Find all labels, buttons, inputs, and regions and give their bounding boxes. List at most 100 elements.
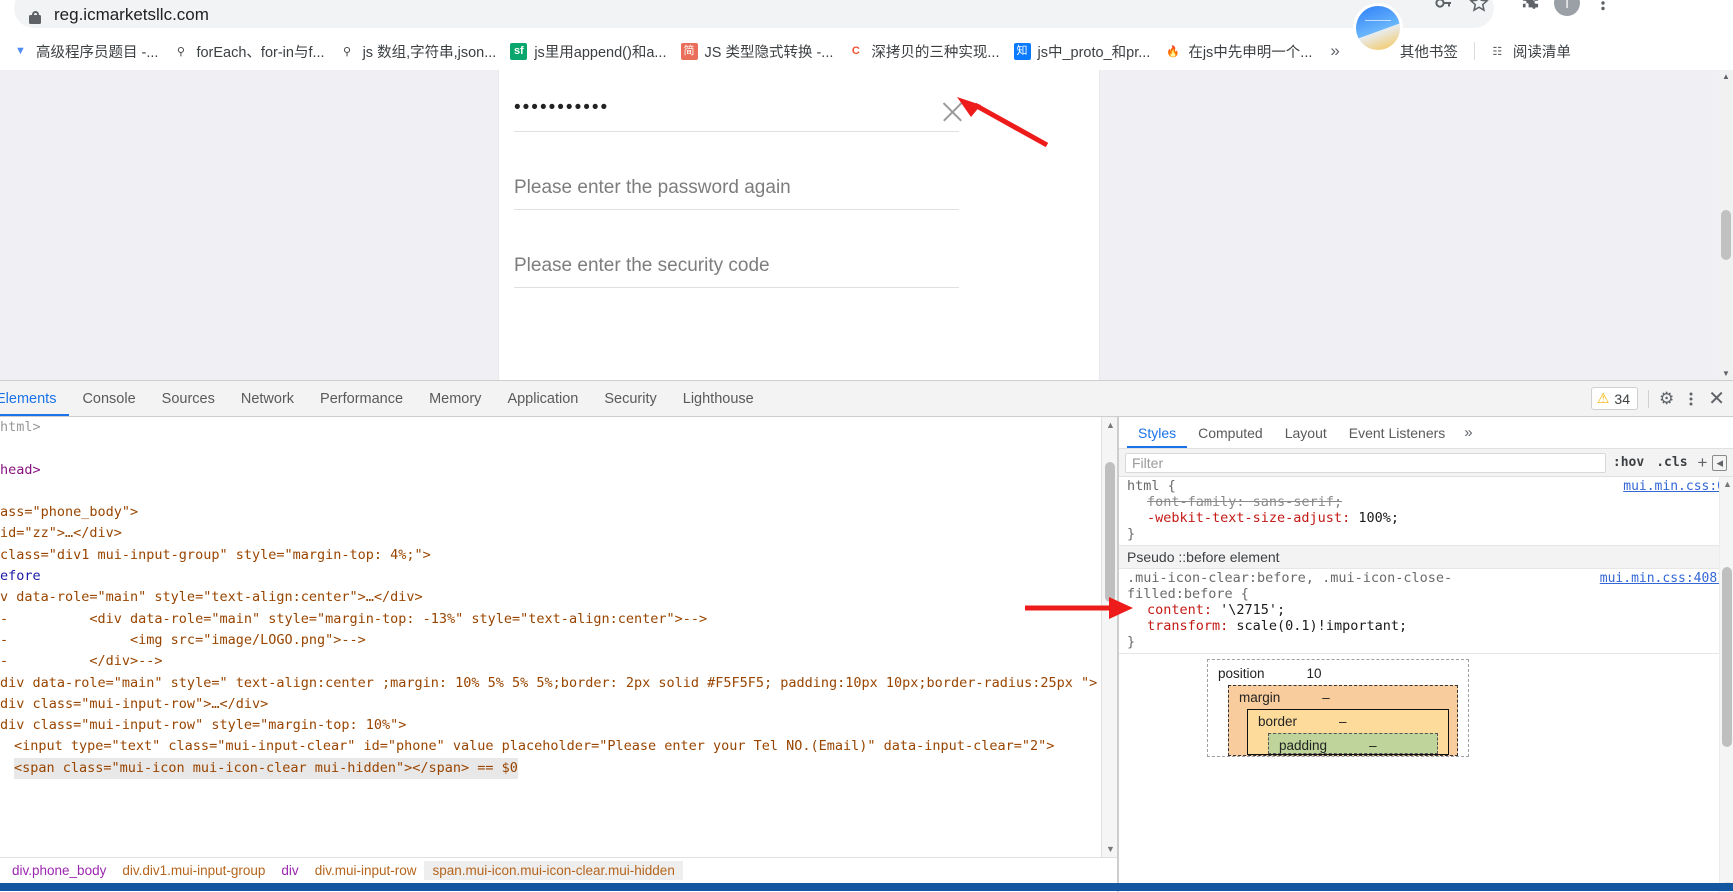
profile-avatar[interactable]: I — [1554, 0, 1580, 16]
scroll-up-arrow-icon[interactable]: ▲ — [1722, 72, 1730, 81]
dom-line[interactable]: efore — [0, 566, 1100, 587]
dom-line-text: div class="mui-input-row">…</div> — [0, 695, 269, 712]
breadcrumb-item[interactable]: div.mui-input-row — [307, 861, 425, 880]
bookmark-item[interactable]: C 深拷贝的三种实现... — [841, 38, 1005, 64]
tab-layout[interactable]: Layout — [1274, 417, 1338, 448]
style-rule[interactable]: mui.min.css:4081 .mui-icon-clear:before,… — [1119, 569, 1733, 654]
password-confirm-placeholder: Please enter the password again — [514, 177, 791, 198]
devtools-tab-list: Elements Console Sources Network Perform… — [0, 381, 767, 416]
tab-network[interactable]: Network — [228, 381, 307, 416]
password-field-row[interactable]: ••••••••••• — [514, 70, 959, 132]
box-model-margin[interactable]: margin – border – padding – — [1228, 685, 1458, 756]
bookmarks-overflow-button[interactable]: » — [1320, 41, 1349, 61]
dom-line-selected[interactable]: <span class="mui-icon mui-icon-clear mui… — [0, 757, 1100, 780]
style-declaration[interactable]: -webkit-text-size-adjust: 100%; — [1127, 510, 1733, 526]
style-selector[interactable]: .mui-icon-clear:before, .mui-icon-close-… — [1127, 570, 1507, 602]
scroll-up-arrow-icon[interactable]: ▲ — [1106, 420, 1115, 430]
tab-memory[interactable]: Memory — [416, 381, 494, 416]
bookmark-item[interactable]: 🔥 在js中先申明一个... — [1158, 38, 1318, 64]
dom-line[interactable]: div class="mui-input-row">…</div> — [0, 694, 1100, 715]
style-declaration[interactable]: transform: scale(0.1)!important; — [1127, 618, 1733, 634]
tab-lighthouse[interactable]: Lighthouse — [670, 381, 767, 416]
dom-line[interactable]: v data-role="main" style="text-align:cen… — [0, 587, 1100, 608]
style-rule[interactable]: mui.min.css:6 html { font-family: sans-s… — [1119, 477, 1733, 546]
pin-favicon: ⚲ — [343, 45, 352, 58]
style-declaration[interactable]: content: '\2715'; — [1127, 602, 1733, 618]
tab-security[interactable]: Security — [591, 381, 669, 416]
breadcrumb-item[interactable]: div.div1.mui-input-group — [114, 861, 273, 880]
bookmark-item[interactable]: ▼ 高级程序员题目 -... — [6, 38, 164, 64]
address-bar[interactable]: reg.icmarketsllc.com — [14, 0, 1494, 28]
dom-line-text: - <img src="image/LOGO.png">--> — [0, 631, 366, 648]
chrome-menu-icon[interactable] — [1590, 0, 1616, 16]
dom-line[interactable]: - </div>--> — [0, 651, 1100, 672]
tab-console[interactable]: Console — [69, 381, 148, 416]
warning-badge[interactable]: ⚠ 34 — [1590, 387, 1638, 410]
style-declaration[interactable]: font-family: sans-serif; — [1127, 494, 1733, 510]
elements-dom-tree[interactable]: html> head> ass="phone_body"> id="zz">…<… — [0, 417, 1100, 857]
dom-line-text: <input type="text" class="mui-input-clea… — [14, 738, 1055, 755]
box-model-position[interactable]: position 10 margin – border – padding – — [1207, 659, 1469, 757]
bookmark-item[interactable]: 简 JS 类型隐式转换 -... — [675, 38, 840, 64]
extensions-puzzle-icon[interactable] — [1518, 0, 1544, 16]
kebab-menu-icon[interactable] — [1678, 386, 1704, 412]
tab-event-listeners[interactable]: Event Listeners — [1338, 417, 1457, 448]
other-bookmarks-folder[interactable]: 其他书签 — [1394, 38, 1464, 64]
dom-line[interactable]: id="zz">…</div> — [0, 523, 1100, 544]
profile-avatar-bubble[interactable] — [1356, 6, 1400, 50]
tab-sources[interactable]: Sources — [149, 381, 228, 416]
breadcrumb-item-selected[interactable]: span.mui-icon.mui-icon-clear.mui-hidden — [424, 861, 683, 880]
breadcrumb-item[interactable]: div — [273, 861, 306, 880]
tab-label: Styles — [1138, 424, 1177, 441]
box-model-border[interactable]: border – padding – — [1247, 709, 1449, 755]
breadcrumb-item[interactable]: div.phone_body — [4, 861, 114, 880]
tab-computed[interactable]: Computed — [1187, 417, 1274, 448]
dom-line[interactable]: head> — [0, 460, 1100, 481]
gear-icon[interactable]: ⚙ — [1659, 389, 1674, 409]
scroll-down-arrow-icon[interactable]: ▼ — [1106, 844, 1115, 854]
dom-line[interactable]: div data-role="main" style=" text-align:… — [0, 673, 1100, 694]
styles-tabs-overflow-icon[interactable]: » — [1456, 424, 1480, 441]
password-confirm-field-row[interactable]: Please enter the password again — [514, 132, 959, 210]
reading-list-button[interactable]: ☷ 阅读清单 — [1483, 38, 1577, 64]
bookmark-item[interactable]: 知 js中_proto_和pr... — [1008, 38, 1157, 64]
style-value: '\2715'; — [1212, 602, 1286, 618]
dom-line[interactable]: class="div1 mui-input-group" style="marg… — [0, 545, 1100, 566]
box-model-padding[interactable]: padding – — [1268, 733, 1438, 754]
page-scrollbar[interactable]: ▲ ▼ — [1719, 70, 1733, 380]
dom-line[interactable]: div class="mui-input-row" style="margin-… — [0, 715, 1100, 736]
clear-icon[interactable] — [937, 97, 967, 127]
tab-performance[interactable]: Performance — [307, 381, 416, 416]
dom-line[interactable]: <input type="text" class="mui-input-clea… — [0, 736, 1100, 757]
style-source-link[interactable]: mui.min.css:6 — [1623, 479, 1725, 494]
avatar-initial: I — [1565, 0, 1569, 11]
bookmark-item[interactable]: ⚲ js 数组,字符串,json... — [333, 38, 503, 64]
hov-toggle-button[interactable]: :hov — [1606, 455, 1651, 470]
security-code-field-row[interactable]: Please enter the security code — [514, 210, 959, 288]
bookmark-star-icon[interactable] — [1466, 0, 1492, 16]
password-manager-icon[interactable] — [1430, 0, 1456, 16]
bookmark-item[interactable]: sf js里用append()和a... — [504, 38, 672, 64]
bookmark-item[interactable]: ⚲ forEach、for-in与f... — [166, 38, 330, 64]
dom-scrollbar-thumb[interactable] — [1105, 462, 1115, 602]
styles-filter-input[interactable]: Filter — [1125, 452, 1606, 473]
dom-line[interactable]: - <div data-role="main" style="margin-to… — [0, 609, 1100, 630]
tab-application[interactable]: Application — [494, 381, 591, 416]
dom-line[interactable]: ass="phone_body"> — [0, 502, 1100, 523]
style-source-link[interactable]: mui.min.css:4081 — [1600, 571, 1725, 586]
dom-line[interactable]: html> — [0, 417, 1100, 438]
dom-line[interactable]: - <img src="image/LOGO.png">--> — [0, 630, 1100, 651]
styles-scrollbar-thumb[interactable] — [1722, 567, 1732, 747]
toggle-sidebar-icon[interactable]: ◂ — [1712, 454, 1727, 471]
cls-toggle-button[interactable]: .cls — [1651, 455, 1692, 470]
dom-tree-scrollbar[interactable]: ▲ ▼ — [1101, 417, 1117, 857]
page-scrollbar-thumb[interactable] — [1721, 210, 1731, 260]
tab-elements[interactable]: Elements — [0, 381, 69, 416]
styles-scrollbar[interactable]: ▲ ▼ — [1719, 477, 1733, 892]
scroll-down-arrow-icon[interactable]: ▼ — [1722, 369, 1730, 378]
close-icon[interactable]: ✕ — [1708, 386, 1725, 411]
bookmark-label: js里用append()和a... — [534, 44, 667, 61]
new-style-rule-button[interactable]: + — [1693, 453, 1713, 473]
scroll-up-arrow-icon[interactable]: ▲ — [1723, 479, 1732, 489]
tab-styles[interactable]: Styles — [1127, 417, 1187, 448]
